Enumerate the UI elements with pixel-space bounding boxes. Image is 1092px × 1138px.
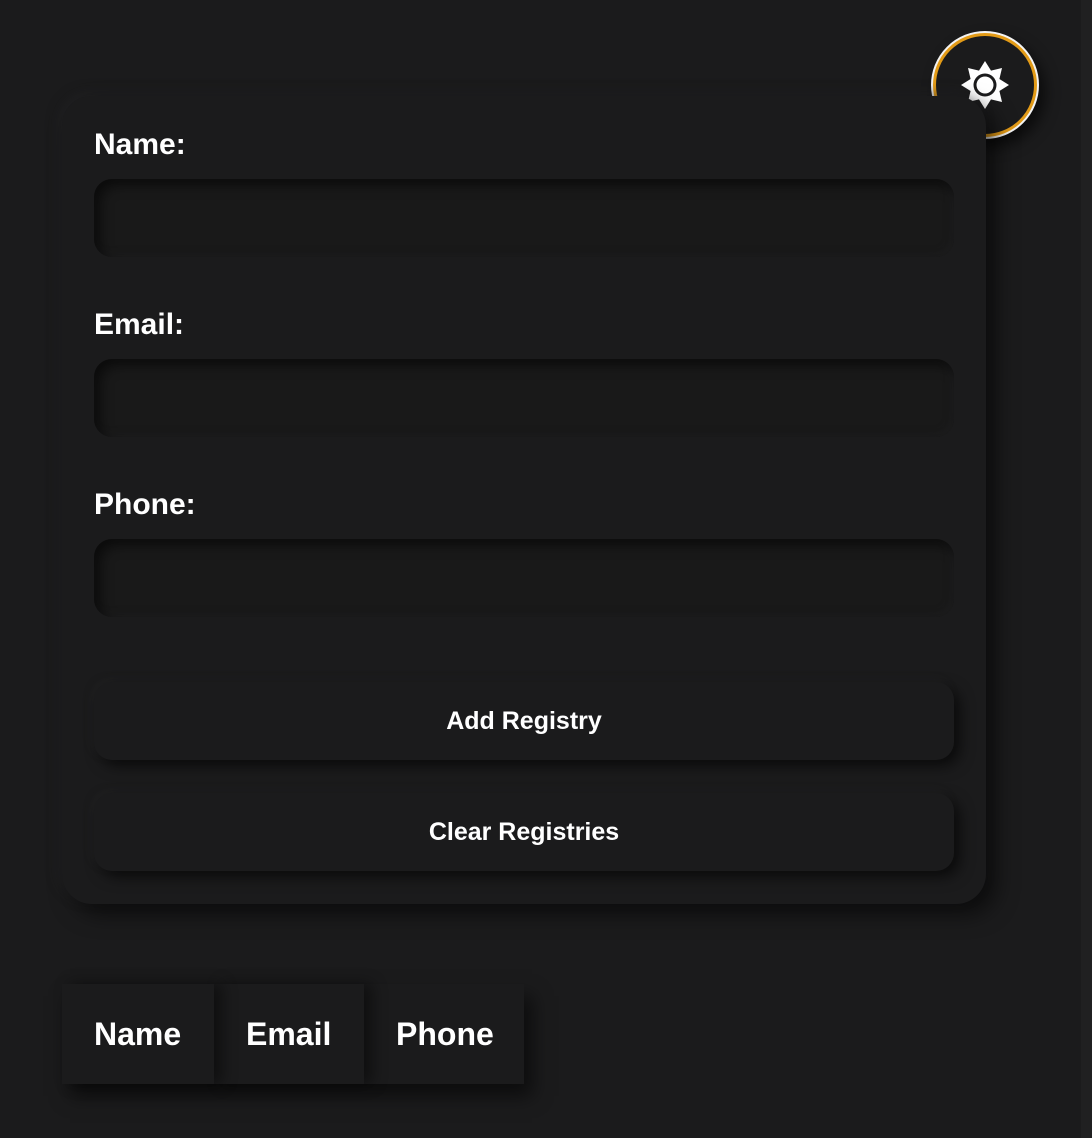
column-header-email: Email xyxy=(214,984,364,1084)
clear-registries-button[interactable]: Clear Registries xyxy=(94,793,954,871)
add-registry-button[interactable]: Add Registry xyxy=(94,682,954,760)
registry-form: Name: Email: Phone: Add Registry Clear R… xyxy=(62,96,986,904)
email-label: Email: xyxy=(94,308,185,341)
column-header-name: Name xyxy=(62,984,214,1084)
registry-table-header: Name Email Phone xyxy=(62,984,524,1084)
name-label: Name: xyxy=(94,128,186,161)
phone-input[interactable] xyxy=(94,539,954,617)
phone-label: Phone: xyxy=(94,488,196,521)
scrollbar-track xyxy=(1081,0,1092,1138)
name-input[interactable] xyxy=(94,179,954,257)
email-input[interactable] xyxy=(94,359,954,437)
column-header-phone: Phone xyxy=(364,984,524,1084)
